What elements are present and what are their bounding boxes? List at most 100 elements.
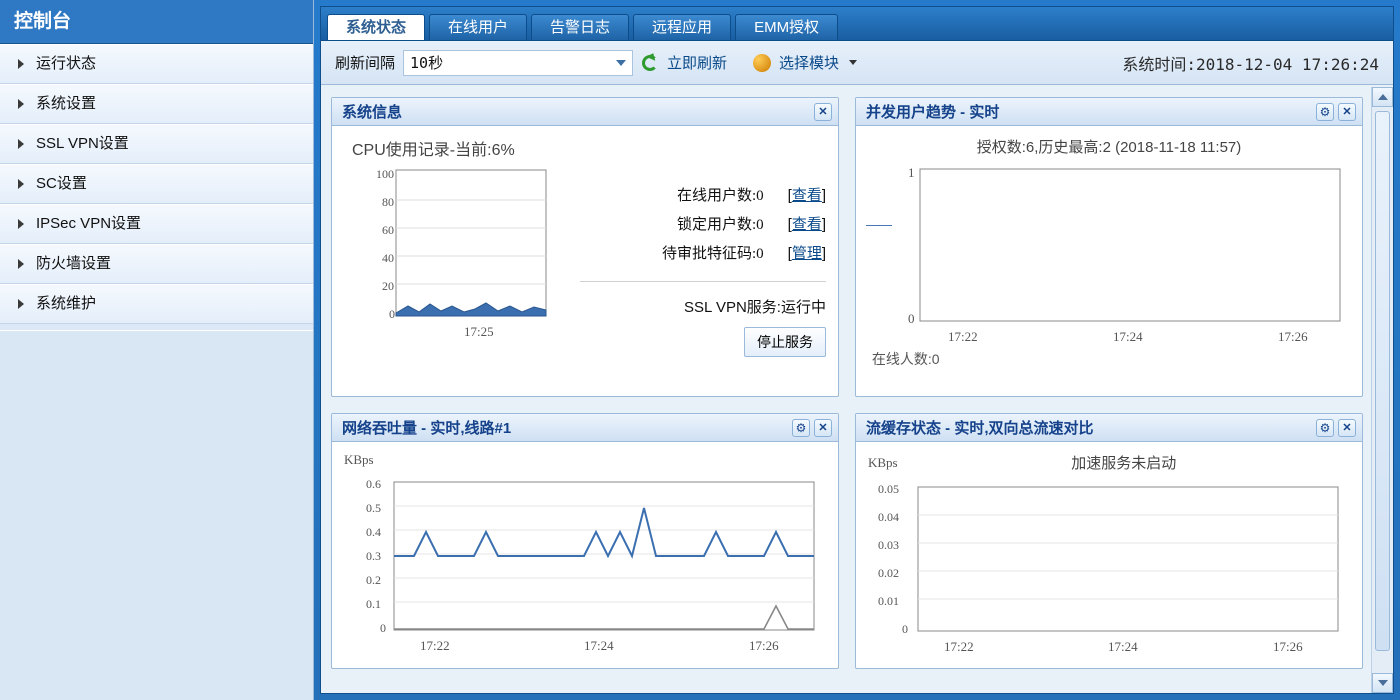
user-trend-subtitle: 授权数:6,历史最高:2 (2018-11-18 11:57) bbox=[868, 136, 1350, 157]
refresh-interval-label: 刷新间隔 bbox=[335, 52, 395, 73]
pending-code-value: 0 bbox=[756, 246, 764, 262]
chevron-down-icon bbox=[616, 60, 626, 66]
svg-text:0.05: 0.05 bbox=[878, 482, 899, 496]
chevron-right-icon bbox=[18, 259, 24, 269]
chevron-right-icon bbox=[18, 179, 24, 189]
cache-chart: 0.05 0.04 0.03 0.02 0.01 0 bbox=[868, 473, 1350, 663]
tab-emm-license[interactable]: EMM授权 bbox=[735, 14, 838, 40]
sidebar-item-label: 系统设置 bbox=[36, 84, 96, 124]
stop-service-button[interactable]: 停止服务 bbox=[744, 327, 826, 357]
refresh-interval-value: 10秒 bbox=[410, 52, 443, 73]
chevron-right-icon bbox=[18, 299, 24, 309]
panel-throughput: 网络吞吐量 - 实时,线路#1 KBps 0.6 0.5 0.4 0.3 0.2 bbox=[331, 413, 839, 669]
view-online-users-link[interactable]: 查看 bbox=[792, 187, 822, 204]
panel-flow-cache: 流缓存状态 - 实时,双向总流速对比 KBps 加速服务未启动 0.05 0.0… bbox=[855, 413, 1363, 669]
svg-text:0: 0 bbox=[902, 622, 908, 636]
panel-close-button[interactable] bbox=[814, 419, 832, 437]
sidebar-title: 控制台 bbox=[0, 0, 313, 44]
sidebar-item-2[interactable]: SSL VPN设置 bbox=[0, 124, 313, 164]
sidebar-empty bbox=[0, 330, 313, 700]
ssl-vpn-service-state: 运行中 bbox=[781, 299, 826, 316]
panel-close-button[interactable] bbox=[814, 103, 832, 121]
sidebar-item-label: SC设置 bbox=[36, 164, 87, 204]
sidebar-item-label: 系统维护 bbox=[36, 284, 96, 324]
throughput-chart: 0.6 0.5 0.4 0.3 0.2 0.1 0 bbox=[344, 468, 826, 658]
tab-strip: 系统状态 在线用户 告警日志 远程应用 EMM授权 bbox=[321, 7, 1393, 41]
svg-text:17:26: 17:26 bbox=[1273, 639, 1303, 654]
tab-remote-app[interactable]: 远程应用 bbox=[633, 14, 731, 40]
refresh-icon bbox=[641, 54, 659, 72]
svg-text:17:22: 17:22 bbox=[420, 638, 450, 653]
svg-text:0.3: 0.3 bbox=[366, 549, 381, 563]
svg-text:1: 1 bbox=[908, 165, 915, 180]
tab-online-users[interactable]: 在线用户 bbox=[429, 14, 527, 40]
chevron-right-icon bbox=[18, 219, 24, 229]
main-frame: 系统状态 在线用户 告警日志 远程应用 EMM授权 刷新间隔 10秒 立即刷新 … bbox=[320, 6, 1394, 694]
cpu-chart-title: CPU使用记录-当前:6% bbox=[352, 136, 826, 160]
cache-unit: KBps bbox=[868, 455, 898, 471]
chevron-right-icon bbox=[18, 139, 24, 149]
choose-module-link[interactable]: 选择模块 bbox=[779, 52, 839, 73]
sidebar-item-5[interactable]: 防火墙设置 bbox=[0, 244, 313, 284]
svg-text:0.02: 0.02 bbox=[878, 566, 899, 580]
svg-text:0.4: 0.4 bbox=[366, 525, 381, 539]
sidebar-item-0[interactable]: 运行状态 bbox=[0, 44, 313, 84]
svg-text:0.6: 0.6 bbox=[366, 477, 381, 491]
panel-title: 系统信息 bbox=[342, 101, 402, 122]
module-icon bbox=[753, 54, 771, 72]
user-trend-legend: —— 在线人数:0 bbox=[868, 349, 1350, 369]
svg-text:0: 0 bbox=[389, 307, 395, 321]
svg-text:40: 40 bbox=[382, 251, 394, 265]
panel-close-button[interactable] bbox=[1338, 419, 1356, 437]
panel-settings-button[interactable] bbox=[1316, 103, 1334, 121]
panel-user-trend: 并发用户趋势 - 实时 授权数:6,历史最高:2 (2018-11-18 11:… bbox=[855, 97, 1363, 397]
svg-text:80: 80 bbox=[382, 195, 394, 209]
system-time-label: 系统时间: bbox=[1122, 55, 1196, 74]
refresh-now-link[interactable]: 立即刷新 bbox=[667, 52, 727, 73]
online-users-value: 0 bbox=[756, 188, 764, 204]
panel-close-button[interactable] bbox=[1338, 103, 1356, 121]
locked-users-value: 0 bbox=[756, 217, 764, 233]
refresh-interval-select[interactable]: 10秒 bbox=[403, 50, 633, 76]
sidebar-item-6[interactable]: 系统维护 bbox=[0, 284, 313, 324]
chevron-right-icon bbox=[18, 59, 24, 69]
panel-title: 并发用户趋势 - 实时 bbox=[866, 101, 999, 122]
scroll-up-button[interactable] bbox=[1372, 87, 1393, 107]
main-area: 系统状态 在线用户 告警日志 远程应用 EMM授权 刷新间隔 10秒 立即刷新 … bbox=[314, 0, 1400, 700]
panel-settings-button[interactable] bbox=[792, 419, 810, 437]
svg-text:0.5: 0.5 bbox=[366, 501, 381, 515]
svg-text:17:25: 17:25 bbox=[464, 324, 494, 339]
svg-text:100: 100 bbox=[376, 167, 394, 181]
svg-text:17:22: 17:22 bbox=[944, 639, 974, 654]
pending-code-label: 待审批特征码: bbox=[662, 246, 756, 262]
svg-text:20: 20 bbox=[382, 279, 394, 293]
throughput-unit: KBps bbox=[344, 452, 374, 467]
sidebar: 控制台 运行状态 系统设置 SSL VPN设置 SC设置 IPSec VPN设置… bbox=[0, 0, 314, 700]
sidebar-item-1[interactable]: 系统设置 bbox=[0, 84, 313, 124]
tab-alarm-log[interactable]: 告警日志 bbox=[531, 14, 629, 40]
chevron-right-icon bbox=[18, 99, 24, 109]
chevron-down-icon bbox=[1378, 680, 1388, 686]
system-time: 系统时间:2018-12-04 17:26:24 bbox=[1122, 51, 1379, 75]
sidebar-item-3[interactable]: SC设置 bbox=[0, 164, 313, 204]
svg-text:17:26: 17:26 bbox=[749, 638, 779, 653]
locked-users-label: 锁定用户数: bbox=[677, 217, 756, 233]
scroll-down-button[interactable] bbox=[1372, 673, 1393, 693]
sidebar-item-label: IPSec VPN设置 bbox=[36, 204, 141, 244]
panel-system-info: 系统信息 CPU使用记录-当前:6% 100 80 60 40 20 0 bbox=[331, 97, 839, 397]
panel-settings-button[interactable] bbox=[1316, 419, 1334, 437]
vertical-scrollbar[interactable] bbox=[1371, 87, 1393, 693]
svg-text:0.2: 0.2 bbox=[366, 573, 381, 587]
svg-text:60: 60 bbox=[382, 223, 394, 237]
system-time-value: 2018-12-04 17:26:24 bbox=[1196, 55, 1379, 74]
svg-text:0.03: 0.03 bbox=[878, 538, 899, 552]
tab-system-status[interactable]: 系统状态 bbox=[327, 14, 425, 40]
svg-text:0: 0 bbox=[380, 621, 386, 635]
manage-pending-link[interactable]: 管理 bbox=[792, 245, 822, 262]
scrollbar-thumb[interactable] bbox=[1375, 111, 1390, 651]
cpu-usage-chart: 100 80 60 40 20 0 17:25 bbox=[344, 160, 554, 357]
panel-title: 流缓存状态 - 实时,双向总流速对比 bbox=[866, 417, 1094, 438]
sidebar-item-4[interactable]: IPSec VPN设置 bbox=[0, 204, 313, 244]
view-locked-users-link[interactable]: 查看 bbox=[792, 216, 822, 233]
chevron-down-icon bbox=[849, 60, 857, 65]
